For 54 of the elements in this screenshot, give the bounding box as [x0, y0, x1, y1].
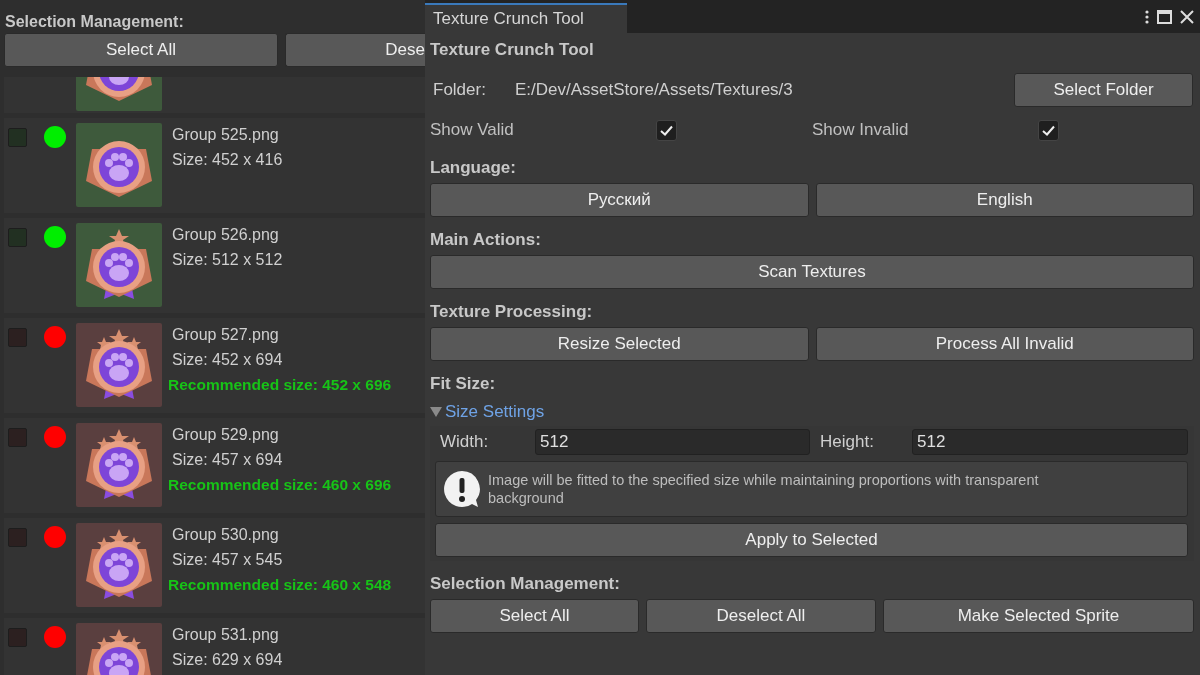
file-name: Group 531.png — [172, 625, 280, 645]
action-button[interactable]: Process All Invalid — [815, 327, 1194, 361]
recommended-size: Recommended size: 460 x 548 — [168, 575, 392, 595]
recommended-size: Recommended size: 452 x 696 — [168, 375, 392, 395]
size-label: Size: 512 x 512 — [172, 250, 283, 270]
checkbox[interactable] — [1038, 119, 1059, 141]
window-tab[interactable]: Texture Crunch Tool — [425, 3, 627, 33]
file-name: Group 527.png — [172, 325, 280, 345]
action-button[interactable]: Make Selected Sprite — [883, 599, 1194, 633]
section-heading: Language: — [430, 157, 517, 179]
select-button[interactable]: Dese — [285, 33, 425, 67]
select-folder-button[interactable]: Select Folder — [1014, 73, 1193, 107]
section-heading: Texture Processing: — [430, 301, 594, 323]
action-button[interactable]: Scan Textures — [430, 255, 1194, 289]
foldout-label[interactable]: Size Settings — [445, 399, 545, 425]
height-field[interactable]: 512 — [912, 429, 1188, 455]
file-name: Group 525.png — [172, 125, 280, 145]
section-heading: Selection Management: — [4, 12, 185, 32]
more-icon[interactable] — [1145, 9, 1149, 24]
apply-button[interactable]: Apply to Selected — [435, 523, 1188, 557]
action-button[interactable]: Deselect All — [646, 599, 876, 633]
check-icon — [660, 124, 673, 136]
recommended-size: Recommended size: 460 x 696 — [168, 475, 392, 495]
check-icon — [1042, 124, 1055, 136]
size-label: Size: 452 x 694 — [172, 350, 284, 370]
collapse-icon[interactable] — [430, 407, 442, 417]
section-heading: Selection Management: — [430, 573, 621, 595]
field-label: Height: — [820, 431, 875, 454]
size-label: Size: 452 x 416 — [172, 150, 283, 170]
folder-label: Folder: — [433, 79, 487, 102]
warning-icon — [442, 469, 482, 509]
panel-title: Texture Crunch Tool — [430, 39, 595, 61]
toggle-label: Show Invalid — [812, 119, 910, 142]
checkbox[interactable] — [656, 119, 677, 141]
action-button[interactable]: Русский — [430, 183, 809, 217]
size-label: Size: 629 x 694 — [172, 650, 283, 670]
section-heading: Fit Size: — [430, 373, 497, 395]
file-name: Group 526.png — [172, 225, 280, 245]
section-heading: Main Actions: — [430, 229, 542, 251]
file-name: Group 530.png — [172, 525, 280, 545]
select-button[interactable]: Select All — [4, 33, 278, 67]
help-text: Image will be fitted to the specified size while maintaining proportions with transparent background — [488, 471, 1040, 507]
file-name: Group 529.png — [172, 425, 280, 445]
action-button[interactable]: Select All — [430, 599, 639, 633]
field-label: Width: — [440, 431, 490, 454]
action-button[interactable]: English — [815, 183, 1194, 217]
maximize-icon[interactable] — [1157, 9, 1172, 24]
close-icon[interactable] — [1180, 9, 1194, 24]
folder-path: E:/Dev/AssetStore/Assets/Textures/3 — [515, 79, 793, 102]
action-button[interactable]: Resize Selected — [430, 327, 809, 361]
size-label: Size: 457 x 694 — [172, 450, 284, 470]
toggle-label: Show Valid — [430, 119, 515, 142]
width-field[interactable]: 512 — [535, 429, 810, 455]
size-label: Size: 457 x 545 — [172, 550, 284, 570]
